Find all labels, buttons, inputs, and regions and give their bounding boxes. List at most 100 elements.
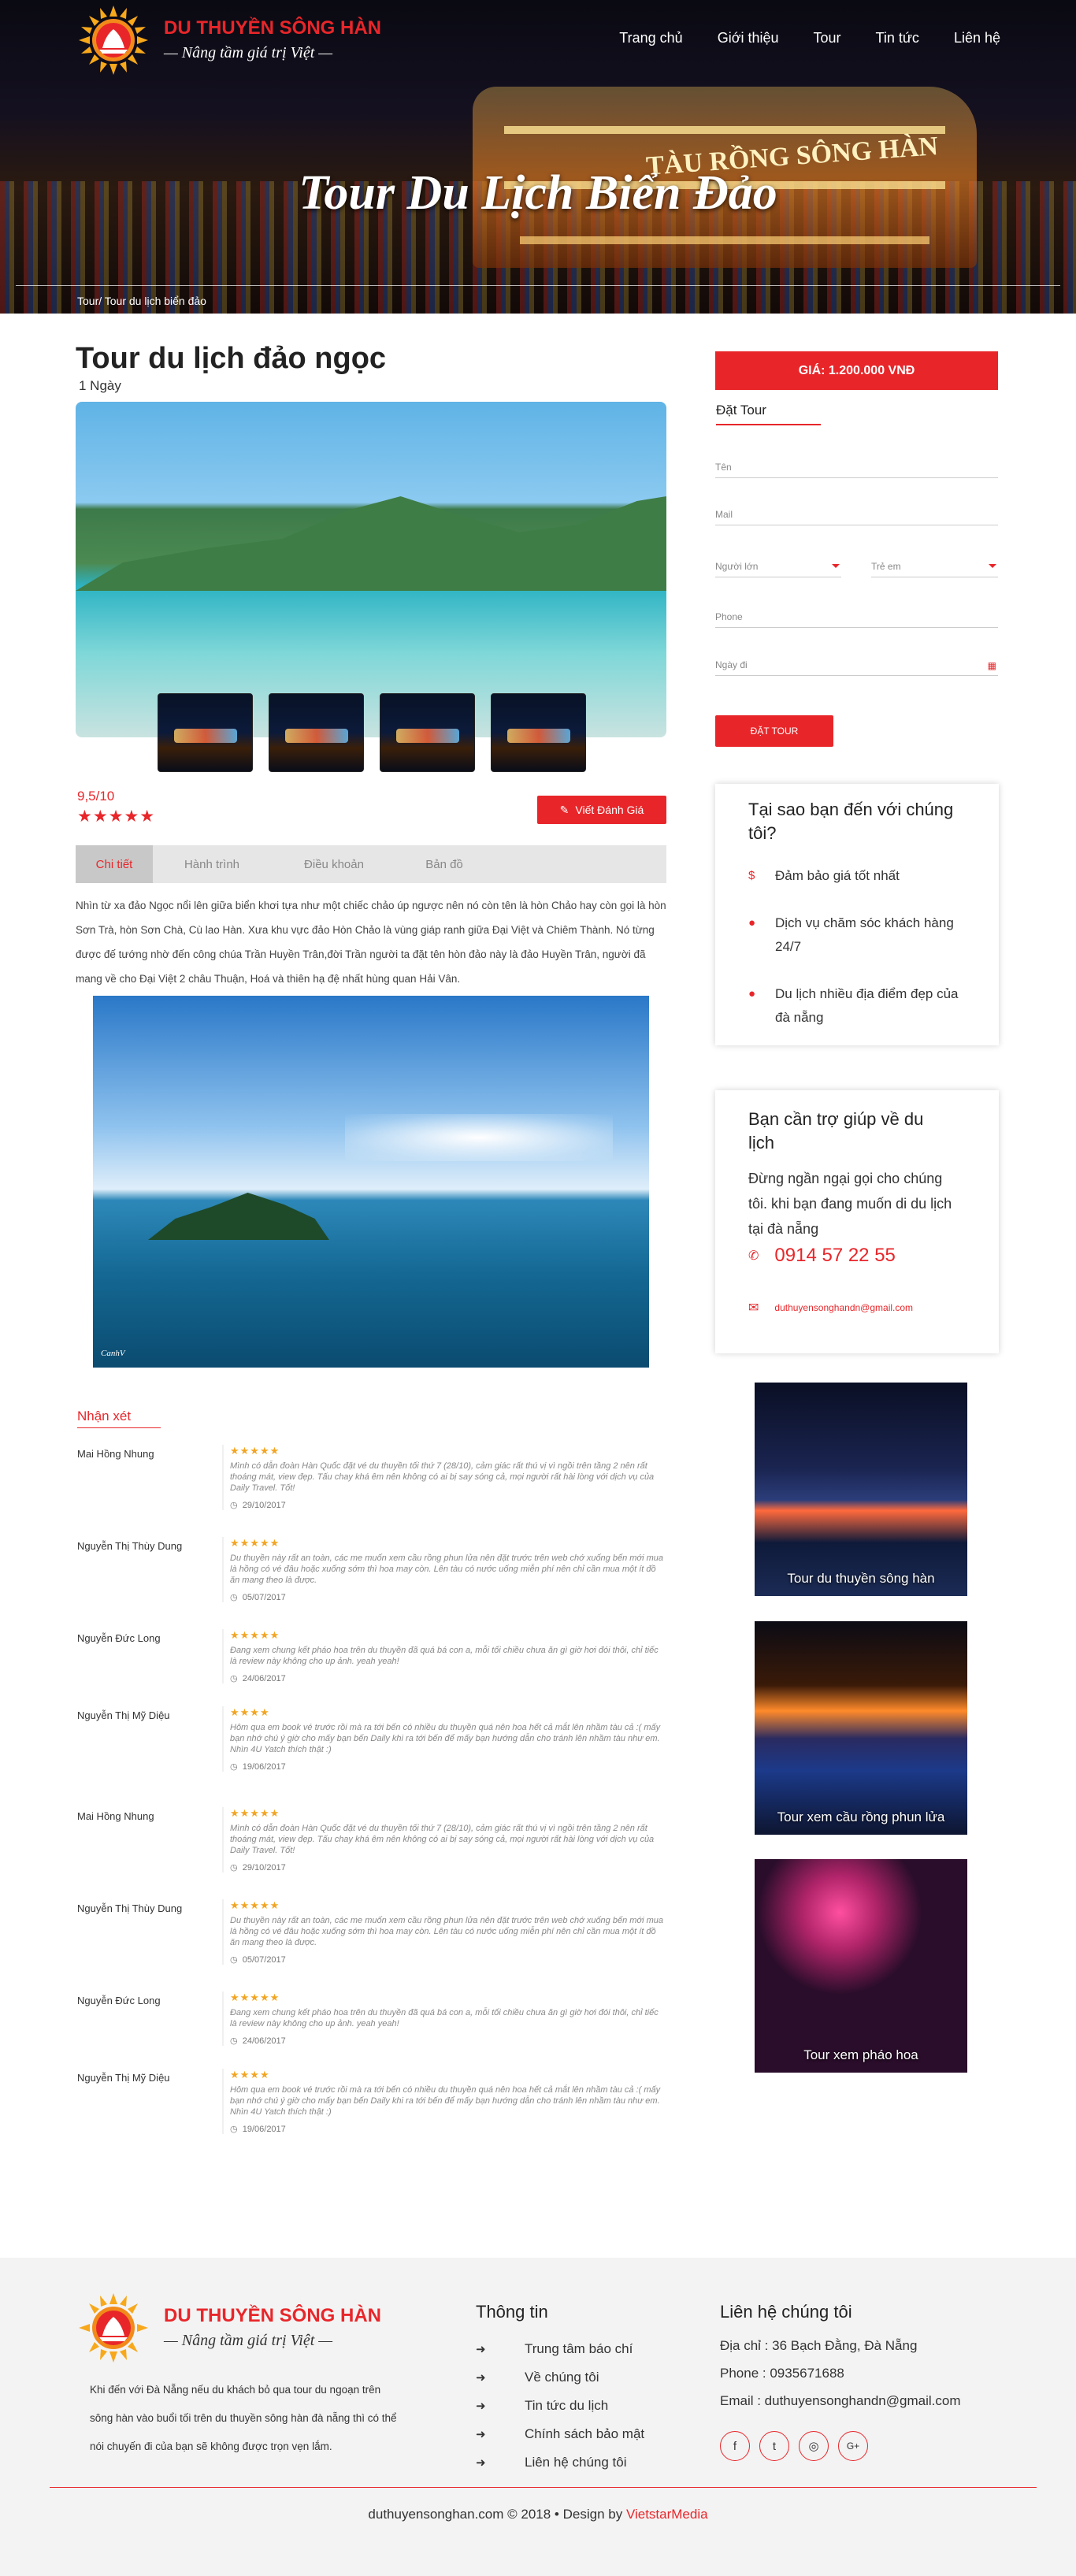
comment-text: Du thuyền này rất an toàn, các me muốn x…	[230, 1553, 663, 1585]
name-field[interactable]: Tên	[715, 462, 998, 478]
promo-caption: Tour du thuyền sông hàn	[787, 1571, 935, 1586]
reason-item: ● Du lịch nhiều địa điểm đẹp của đà nẵng	[748, 982, 977, 1030]
comment-date-row: ◷ 29/10/2017	[230, 1500, 663, 1510]
comments-heading: Nhận xét	[77, 1409, 132, 1423]
facebook-icon[interactable]: f	[720, 2431, 750, 2461]
nav-home[interactable]: Trang chủ	[619, 30, 682, 46]
nav-news[interactable]: Tin tức	[876, 30, 919, 46]
hero-banner: TÀU RỒNG SÔNG HÀN DU THUYỀN SÔNG HÀN — N…	[0, 0, 1076, 314]
footer-link[interactable]: ➜ Trung tâm báo chí	[476, 2341, 633, 2357]
comment-author: Nguyễn Thị Mỹ Diệu	[77, 2072, 170, 2084]
footer-link[interactable]: ➜ Tin tức du lịch	[476, 2398, 608, 2414]
why-us-title: Tại sao bạn đến với chúng tôi?	[748, 800, 954, 843]
comment-text: Mình có dẫn đoàn Hàn Quốc đặt vé du thuy…	[230, 1461, 655, 1493]
children-label: Trẻ em	[871, 561, 901, 572]
site-logo[interactable]: DU THUYỀN SÔNG HÀN — Nâng tầm giá trị Vi…	[76, 5, 406, 76]
promo-card[interactable]: Tour xem pháo hoa	[755, 1859, 967, 2073]
help-phone[interactable]: ✆ 0914 57 22 55	[748, 1245, 896, 1267]
comment-date-row: ◷ 19/06/2017	[230, 1761, 663, 1772]
island-mountain	[76, 496, 666, 591]
footer-link-label: Trung tâm báo chí	[525, 2341, 633, 2356]
comment-date: 24/06/2017	[242, 1674, 286, 1683]
footer-logo[interactable]: DU THUYỀN SÔNG HÀN — Nâng tầm giá trị Vi…	[76, 2292, 406, 2368]
boat-deck-lights	[504, 126, 945, 134]
adults-label: Người lớn	[715, 561, 759, 572]
chevron-down-icon	[989, 564, 996, 568]
form-title-underline	[716, 424, 821, 425]
thumbnail[interactable]	[269, 693, 364, 772]
island-shape	[148, 1193, 329, 1240]
promo-card[interactable]: Tour xem cầu rồng phun lửa	[755, 1621, 967, 1835]
nav-tour[interactable]: Tour	[814, 30, 841, 46]
hero-title: Tour Du Lịch Biển Đảo	[299, 166, 777, 220]
reason-item: $ Đảm bảo giá tốt nhất	[748, 864, 977, 888]
thumbnail[interactable]	[158, 693, 253, 772]
phone-field[interactable]: Phone	[715, 611, 998, 628]
user-icon: ●	[748, 916, 756, 930]
arrow-right-icon: ➜	[476, 2456, 486, 2470]
book-tour-button[interactable]: ĐẶT TOUR	[715, 715, 833, 747]
nav-contact[interactable]: Liên hệ	[954, 30, 1000, 46]
brand-name: DU THUYỀN SÔNG HÀN	[164, 17, 382, 39]
comment-date: 19/06/2017	[242, 1762, 286, 1772]
footer-link[interactable]: ➜ Liên hệ chúng tôi	[476, 2455, 627, 2470]
footer-phone: Phone : 0935671688	[720, 2366, 844, 2381]
footer-link[interactable]: ➜ Chính sách bảo mật	[476, 2426, 644, 2442]
help-phone-number: 0914 57 22 55	[774, 1245, 896, 1266]
user-icon: ●	[748, 987, 756, 1000]
arrow-right-icon: ➜	[476, 2343, 486, 2356]
thumbnail[interactable]	[380, 693, 475, 772]
comment-body: ★★★★★ Mình có dẫn đoàn Hàn Quốc đặt vé d…	[222, 1807, 663, 1873]
comment-stars: ★★★★★	[230, 1445, 280, 1457]
footer-address: Địa chỉ : 36 Bạch Đằng, Đà Nẵng	[720, 2338, 918, 2353]
comment-stars: ★★★★	[230, 1706, 270, 1718]
arrow-right-icon: ➜	[476, 2400, 486, 2413]
help-text: Đừng ngần ngại gọi cho chúng tôi. khi bạ…	[748, 1171, 952, 1237]
twitter-icon[interactable]: t	[759, 2431, 789, 2461]
clock-icon: ◷	[230, 1593, 238, 1602]
google-plus-icon[interactable]: G+	[838, 2431, 868, 2461]
comment-text: Đang xem chung kết pháo hoa trên du thuy…	[230, 2008, 659, 2029]
island-photo: CanhV	[93, 996, 649, 1368]
clock-icon: ◷	[230, 1674, 238, 1683]
comment-date: 05/07/2017	[242, 1955, 286, 1965]
comment-date: 19/06/2017	[242, 2125, 286, 2134]
comments-underline	[77, 1427, 161, 1428]
footer-link[interactable]: ➜ Về chúng tôi	[476, 2370, 599, 2385]
promo-card[interactable]: Tour du thuyền sông hàn	[755, 1383, 967, 1596]
tab-itinerary[interactable]: Hành trình	[153, 845, 271, 883]
nav-about[interactable]: Giới thiệu	[718, 30, 779, 46]
site-footer: DU THUYỀN SÔNG HÀN — Nâng tầm giá trị Vi…	[0, 2258, 1076, 2576]
tour-main-photo	[76, 402, 666, 737]
help-title: Bạn cần trợ giúp về du lịch	[748, 1109, 924, 1153]
instagram-icon[interactable]: ◎	[799, 2431, 829, 2461]
tour-tabs: Chi tiết Hành trình Điều khoản Bản đồ	[76, 845, 666, 883]
breadcrumb[interactable]: Tour/ Tour du lịch biển đảo	[77, 295, 206, 307]
tab-terms[interactable]: Điều khoản	[271, 845, 397, 883]
tab-map[interactable]: Bản đồ	[397, 845, 492, 883]
hero-divider	[16, 285, 1060, 286]
photo-thumbnails	[158, 693, 586, 772]
comment-date-row: ◷ 29/10/2017	[230, 1862, 663, 1873]
thumbnail[interactable]	[491, 693, 586, 772]
comment-stars: ★★★★★	[230, 1629, 280, 1641]
comment-author: Mai Hồng Nhung	[77, 1448, 154, 1460]
adults-select[interactable]: Người lớn	[715, 561, 841, 577]
promo-caption: Tour xem cầu rồng phun lửa	[777, 1810, 945, 1824]
clock-icon: ◷	[230, 1501, 238, 1510]
mail-field[interactable]: Mail	[715, 509, 998, 525]
date-field[interactable]: Ngày đi ▦	[715, 659, 998, 676]
comment-date: 24/06/2017	[242, 2036, 286, 2046]
footer-contact-title: Liên hệ chúng tôi	[720, 2302, 852, 2322]
chevron-down-icon	[832, 564, 840, 568]
children-select[interactable]: Trẻ em	[871, 561, 998, 577]
comment-stars: ★★★★★	[230, 1991, 280, 2003]
footer-info-title: Thông tin	[476, 2302, 548, 2322]
brand-slogan: — Nâng tầm giá trị Việt —	[164, 44, 333, 61]
designer-link[interactable]: VietstarMedia	[626, 2507, 708, 2522]
tab-details[interactable]: Chi tiết	[76, 845, 153, 883]
clock-icon: ◷	[230, 2036, 238, 2046]
help-email[interactable]: ✉ duthuyensonghandn@gmail.com	[748, 1300, 913, 1316]
write-review-button[interactable]: ✎ Viết Đánh Giá	[537, 796, 666, 824]
comment-date-row: ◷ 19/06/2017	[230, 2124, 663, 2134]
